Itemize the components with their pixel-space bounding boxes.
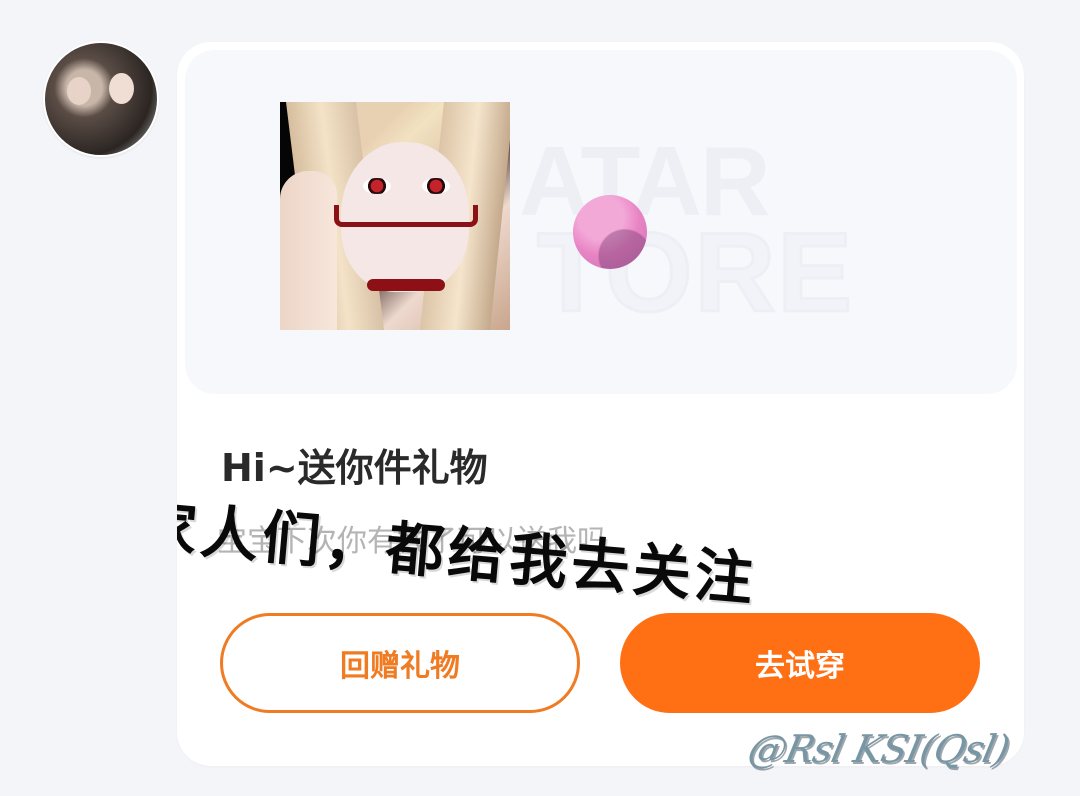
sender-avatar[interactable] [43, 41, 159, 157]
photo-collar [367, 279, 445, 291]
gift-item-photo [280, 102, 510, 330]
photo-left-eye [363, 178, 391, 194]
photo-hand [280, 171, 337, 330]
gift-card: ATAR TORE Hi~送你件礼物 宝宝下次你有钱了可以送我吗 回赠礼物 去试… [177, 42, 1024, 766]
gift-preview-panel: ATAR TORE [185, 50, 1017, 394]
gift-card-title: Hi~送你件礼物 [221, 446, 488, 490]
gift-message-screen: ATAR TORE Hi~送你件礼物 宝宝下次你有钱了可以送我吗 回赠礼物 去试… [0, 0, 1080, 796]
watermark-line-1: ATAR [519, 126, 771, 236]
return-gift-button[interactable]: 回赠礼物 [220, 613, 580, 713]
handwritten-overlay-caption: 家人们，都给我去关注 [177, 492, 760, 614]
photo-right-eye [422, 178, 450, 194]
pink-ball-icon [573, 195, 647, 269]
try-on-button[interactable]: 去试穿 [620, 613, 980, 713]
creator-signature: @Rsl KSI(Qsl) [744, 727, 1013, 771]
photo-glasses [334, 205, 478, 227]
